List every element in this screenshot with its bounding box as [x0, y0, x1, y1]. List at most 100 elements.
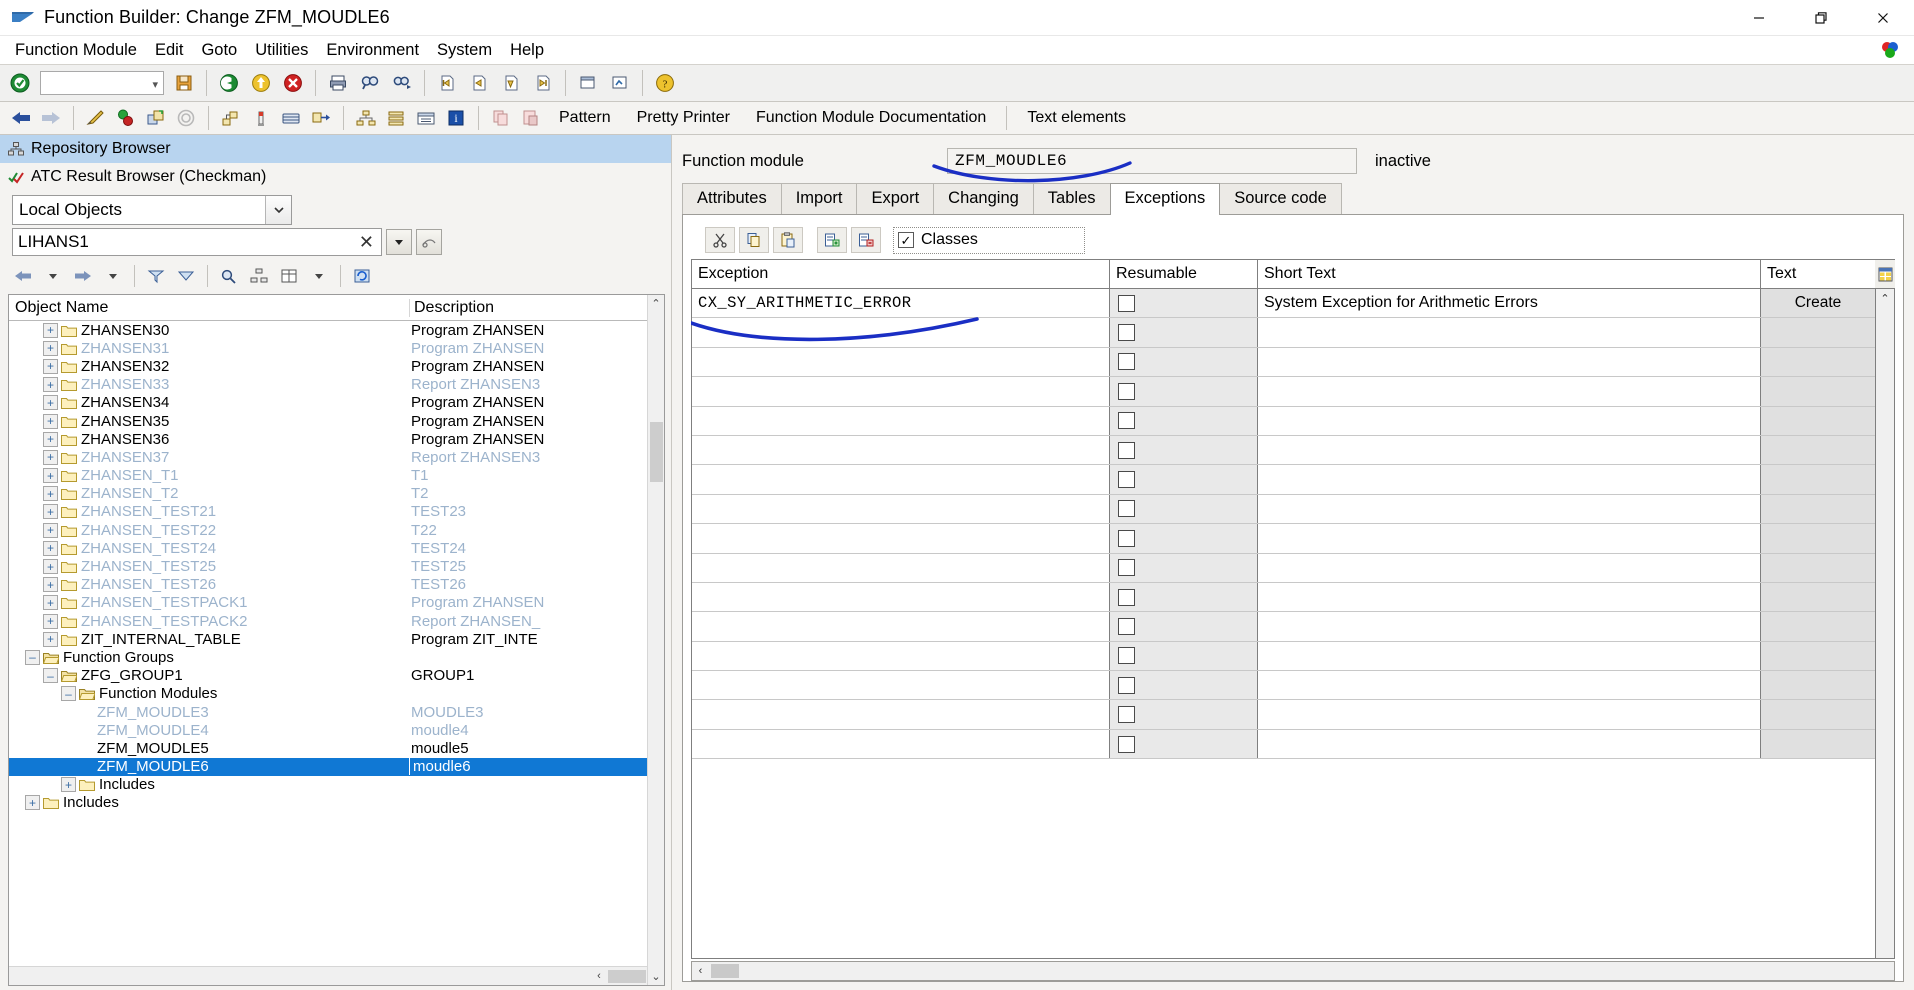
cell-resumable[interactable]	[1110, 318, 1258, 347]
menu-help[interactable]: Help	[501, 39, 553, 62]
resumable-checkbox[interactable]	[1118, 706, 1135, 724]
settings-dropdown-icon[interactable]	[306, 263, 332, 289]
menu-system[interactable]: System	[428, 39, 501, 62]
tree-row[interactable]: + ZHANSEN_TESTPACK2 Report ZHANSEN_	[9, 612, 664, 630]
tab-tables[interactable]: Tables	[1032, 183, 1111, 214]
expand-node-icon[interactable]: +	[43, 395, 58, 411]
tree-row[interactable]: ZFM_MOUDLE5 moudle5	[9, 739, 664, 757]
scroll-left-icon[interactable]: ‹	[590, 968, 608, 985]
table-row[interactable]: CX_SY_ARITHMETIC_ERROR System Exception f…	[692, 289, 1875, 319]
cell-short-text[interactable]	[1258, 524, 1761, 553]
menu-goto[interactable]: Goto	[192, 39, 246, 62]
expand-node-icon[interactable]: +	[43, 468, 58, 484]
tab-attributes[interactable]: Attributes	[682, 183, 782, 214]
tree-row[interactable]: ZFM_MOUDLE4 moudle4	[9, 721, 664, 739]
maximize-restore-button[interactable]	[1790, 0, 1852, 36]
tree-row[interactable]: – Function Modules	[9, 685, 664, 703]
cell-resumable[interactable]	[1110, 435, 1258, 465]
cell-short-text[interactable]	[1258, 435, 1761, 465]
table-row[interactable]	[692, 700, 1875, 730]
resumable-checkbox[interactable]	[1118, 294, 1135, 312]
tree-row[interactable]: + ZHANSEN34 Program ZHANSEN	[9, 394, 664, 412]
function-module-name-input[interactable]: ZFM_MOUDLE6	[947, 148, 1357, 174]
resumable-checkbox[interactable]	[1118, 382, 1135, 400]
next-page-icon[interactable]	[496, 69, 526, 97]
resumable-checkbox[interactable]	[1118, 647, 1135, 665]
cut-icon[interactable]	[705, 227, 735, 253]
filter-icon[interactable]	[143, 263, 169, 289]
grid-column-text[interactable]: Text	[1761, 260, 1875, 288]
cell-exception[interactable]	[692, 406, 1110, 435]
cell-text[interactable]	[1761, 494, 1875, 524]
tree-back-icon[interactable]	[10, 263, 36, 289]
delete-row-icon[interactable]	[851, 227, 881, 253]
resumable-checkbox[interactable]	[1118, 441, 1135, 459]
tree-row[interactable]: + ZHANSEN_T1 T1	[9, 467, 664, 485]
create-session-icon[interactable]	[573, 69, 603, 97]
cell-short-text[interactable]	[1258, 612, 1761, 641]
table-row[interactable]	[692, 671, 1875, 701]
cell-text[interactable]	[1761, 553, 1875, 582]
cell-resumable[interactable]	[1110, 729, 1258, 759]
tab-exceptions[interactable]: Exceptions	[1109, 183, 1221, 215]
classes-checkbox[interactable]: ✓	[898, 232, 914, 248]
cell-short-text[interactable]	[1258, 406, 1761, 435]
hierarchy-icon[interactable]	[353, 105, 379, 131]
cell-resumable[interactable]	[1110, 612, 1258, 641]
expand-node-icon[interactable]: +	[43, 522, 58, 538]
cell-text[interactable]	[1761, 729, 1875, 759]
table-row[interactable]	[692, 582, 1875, 613]
tree-row[interactable]: ZFM_MOUDLE6 moudle6	[9, 757, 664, 776]
expand-node-icon[interactable]: +	[43, 613, 58, 629]
collapse-node-icon[interactable]: –	[25, 649, 40, 665]
chevron-down-icon[interactable]	[265, 196, 291, 224]
expand-node-icon[interactable]: +	[43, 540, 58, 556]
table-row[interactable]	[692, 524, 1875, 554]
cell-exception[interactable]	[692, 377, 1110, 406]
text-elements-button[interactable]: Text elements	[1016, 106, 1137, 130]
cell-exception[interactable]: CX_SY_ARITHMETIC_ERROR	[692, 289, 1110, 318]
sort-icon[interactable]	[173, 263, 199, 289]
find-next-icon[interactable]	[387, 69, 417, 97]
atc-result-browser-row[interactable]: ATC Result Browser (Checkman)	[0, 163, 671, 191]
expand-node-icon[interactable]: +	[43, 431, 58, 447]
tab-source-code[interactable]: Source code	[1219, 183, 1342, 214]
tree-row[interactable]: + ZHANSEN_TESTPACK1 Program ZHANSEN	[9, 594, 664, 612]
exceptions-grid[interactable]: Exception Resumable Short Text Text CX_S…	[691, 259, 1875, 959]
cell-exception[interactable]	[692, 494, 1110, 524]
save-icon[interactable]	[169, 69, 199, 97]
tree-row[interactable]: + Includes	[9, 794, 664, 812]
help-icon[interactable]: ?	[650, 69, 680, 97]
cell-text[interactable]	[1761, 435, 1875, 465]
cell-exception[interactable]	[692, 700, 1110, 729]
cell-resumable[interactable]	[1110, 347, 1258, 377]
cell-short-text[interactable]	[1258, 641, 1761, 671]
cell-exception[interactable]	[692, 582, 1110, 612]
tree-row[interactable]: – Function Groups	[9, 648, 664, 666]
cell-resumable[interactable]	[1110, 700, 1258, 729]
display-object-list-icon[interactable]	[143, 105, 169, 131]
cell-short-text[interactable]	[1258, 553, 1761, 582]
cell-short-text[interactable]: System Exception for Arithmetic Errors	[1258, 289, 1761, 318]
cell-text[interactable]	[1761, 641, 1875, 671]
menu-utilities[interactable]: Utilities	[246, 39, 317, 62]
paste-icon[interactable]	[773, 227, 803, 253]
expand-node-icon[interactable]: +	[43, 413, 58, 429]
cell-resumable[interactable]	[1110, 671, 1258, 700]
grid-config-icon[interactable]	[1875, 260, 1895, 289]
cell-resumable[interactable]	[1110, 494, 1258, 524]
grid-scroll-left-icon[interactable]: ‹	[692, 962, 709, 980]
table-row[interactable]	[692, 729, 1875, 760]
expand-node-icon[interactable]: +	[43, 631, 58, 647]
cell-resumable[interactable]	[1110, 553, 1258, 582]
tree-horizontal-scrollbar[interactable]: ‹ ›	[9, 966, 664, 985]
function-module-documentation-button[interactable]: Function Module Documentation	[745, 106, 997, 130]
tree-vertical-scrollbar[interactable]: ⌃ ⌄	[647, 295, 664, 985]
classes-checkbox-group[interactable]: ✓ Classes	[893, 226, 1085, 254]
tree-rows-container[interactable]: + ZHANSEN30 Program ZHANSEN + ZHANSEN31 Progr…	[9, 321, 664, 966]
table-row[interactable]	[692, 612, 1875, 642]
cell-exception[interactable]	[692, 553, 1110, 582]
expand-node-icon[interactable]: +	[61, 777, 76, 793]
back-arrow-icon[interactable]	[8, 105, 34, 131]
where-used-icon[interactable]	[218, 105, 244, 131]
